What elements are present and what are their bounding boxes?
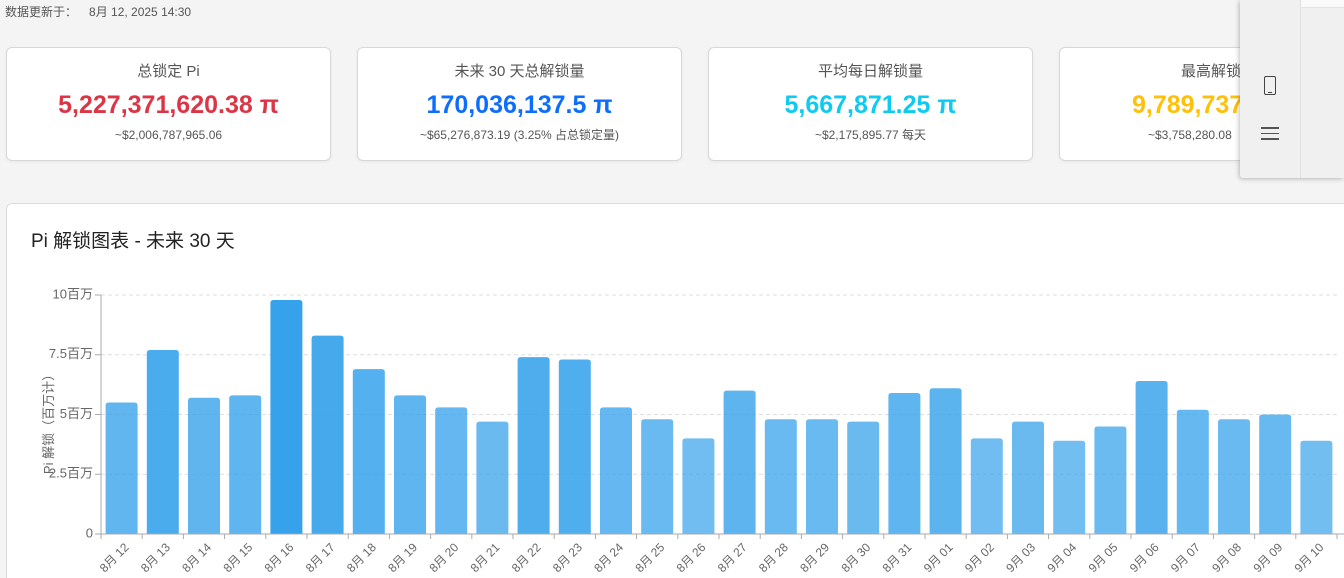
stat-label: 最高解锁 — [1181, 63, 1242, 80]
x-tick-label: 9月 09 — [1250, 540, 1285, 575]
chart-bar-20[interactable] — [888, 392, 921, 534]
x-tick-label: 8月 14 — [179, 540, 214, 575]
chart-panel: Pi 解锁图表 - 未来 30 天 0 2.5百万 5百万 7.5百万 10百万 8月 1… — [6, 203, 1344, 578]
stat-card-daily-average: 平均每日解锁量 5,667,871.25 π ~$2,175,895.77 每天 — [708, 47, 1033, 161]
chart-bar-10[interactable] — [476, 421, 509, 534]
chart-bar-14[interactable] — [641, 419, 674, 534]
last-updated-label: 数据更新于： — [5, 5, 78, 19]
stat-card-30-day-unlock: 未来 30 天总解锁量 170,036,137.5 π ~$65,276,873… — [357, 47, 682, 161]
chart-bar-23[interactable] — [1012, 421, 1044, 534]
last-updated-time: 8月 12, 2025 14:30 — [89, 5, 192, 19]
chart-bar-1[interactable] — [105, 402, 138, 534]
stat-usd-value: ~$65,276,873.19 (3.25% 占总锁定量) — [419, 128, 620, 142]
chart-bar-17[interactable] — [764, 419, 797, 534]
x-tick-label: 9月 02 — [962, 540, 997, 575]
device-view-button[interactable] — [1250, 69, 1290, 103]
x-tick-label: 8月 28 — [756, 540, 791, 575]
chart-bar-15[interactable] — [682, 438, 715, 534]
x-tick-label: 9月 01 — [921, 540, 956, 575]
chart-bar-11[interactable] — [517, 357, 550, 534]
chart-bar-26[interactable] — [1135, 381, 1168, 534]
x-tick-label: 9月 04 — [1044, 540, 1079, 575]
toolbar-top-strip — [1301, 0, 1344, 8]
menu-button[interactable] — [1250, 116, 1290, 150]
x-tick-label: 8月 12 — [97, 540, 132, 575]
chart-bar-5[interactable] — [270, 300, 303, 534]
chart-bar-18[interactable] — [806, 419, 838, 534]
x-tick-label: 8月 18 — [344, 540, 379, 575]
toolbar-divider — [1300, 0, 1301, 178]
x-tick-label: 8月 30 — [838, 540, 873, 575]
x-tick-label: 8月 20 — [426, 540, 461, 575]
tablet-icon — [1264, 76, 1276, 95]
chart-bar-4[interactable] — [229, 395, 262, 534]
last-updated: 数据更新于： 8月 12, 2025 14:30 — [5, 5, 191, 20]
x-tick-label: 8月 15 — [220, 540, 255, 575]
chart-bar-21[interactable] — [929, 388, 962, 534]
x-tick-label: 9月 08 — [1209, 540, 1244, 575]
x-tick-label: 9月 03 — [1003, 540, 1038, 575]
y-tick-label: 10百万 — [53, 286, 93, 301]
x-tick-label: 8月 22 — [509, 540, 544, 575]
chart-bar-16[interactable] — [723, 390, 756, 534]
stat-value: 170,036,137.5 π — [426, 91, 613, 119]
chart-bar-2[interactable] — [146, 349, 179, 534]
stat-label: 平均每日解锁量 — [817, 63, 923, 80]
stat-value: 9,789,737 — [1132, 91, 1244, 119]
x-tick-label: 8月 29 — [797, 540, 832, 575]
chart-bar-7[interactable] — [352, 369, 385, 534]
x-tick-label: 8月 13 — [138, 540, 173, 575]
chart-bar-30[interactable] — [1300, 440, 1333, 534]
y-axis-title: Pi 解锁（百万计） — [41, 368, 56, 474]
x-tick-label: 8月 17 — [303, 540, 338, 575]
stat-value: 5,667,871.25 π — [784, 91, 957, 119]
x-tick-label: 8月 16 — [262, 540, 297, 575]
chart-bar-9[interactable] — [435, 407, 468, 534]
chart-bar-27[interactable] — [1176, 409, 1209, 534]
chart-bar-28[interactable] — [1218, 419, 1250, 534]
unlock-bar-chart: 02.5百万5百万7.5百万10百万8月 12 8月 13 8月 14 8月 15 8月… — [41, 286, 1344, 575]
x-tick-label: 8月 24 — [591, 540, 626, 575]
chart-bar-13[interactable] — [600, 407, 632, 534]
stat-label: 未来 30 天总解锁量 — [454, 63, 585, 80]
chart-bar-19[interactable] — [847, 421, 880, 534]
stat-usd-value: ~$3,758,280.08 — [1148, 128, 1232, 142]
y-tick-label: 7.5百万 — [49, 346, 93, 361]
x-tick-label: 8月 26 — [674, 540, 709, 575]
x-tick-label: 9月 05 — [1086, 540, 1121, 575]
chart-bar-8[interactable] — [394, 395, 426, 534]
stat-value: 5,227,371,620.38 π — [58, 91, 279, 119]
chart-bar-24[interactable] — [1053, 440, 1086, 534]
y-tick-label: 0 — [86, 525, 93, 540]
x-tick-label: 9月 07 — [1168, 540, 1203, 575]
x-tick-label: 8月 25 — [632, 540, 667, 575]
chart-bar-3[interactable] — [188, 397, 220, 534]
y-tick-label: 5百万 — [60, 406, 93, 421]
x-tick-label: 8月 23 — [550, 540, 585, 575]
floating-toolbar — [1240, 0, 1344, 178]
hamburger-menu-icon — [1261, 127, 1279, 140]
chart-bar-29[interactable] — [1259, 414, 1292, 535]
x-tick-label: 8月 21 — [468, 540, 503, 575]
chart-bar-12[interactable] — [558, 359, 591, 534]
x-tick-label: 9月 10 — [1292, 540, 1327, 575]
stat-label: 总锁定 Pi — [137, 63, 200, 80]
chart-bar-25[interactable] — [1094, 426, 1127, 534]
x-tick-label: 9月 06 — [1127, 540, 1162, 575]
stat-usd-value: ~$2,175,895.77 每天 — [814, 128, 927, 142]
stat-usd-value: ~$2,006,787,965.06 — [114, 128, 223, 142]
chart-bar-22[interactable] — [970, 438, 1003, 534]
x-tick-label: 8月 19 — [385, 540, 420, 575]
stat-card-total-locked: 总锁定 Pi 5,227,371,620.38 π ~$2,006,787,96… — [6, 47, 331, 161]
chart-bar-6[interactable] — [311, 335, 344, 534]
x-tick-label: 8月 31 — [880, 540, 915, 575]
x-tick-label: 8月 27 — [715, 540, 750, 575]
